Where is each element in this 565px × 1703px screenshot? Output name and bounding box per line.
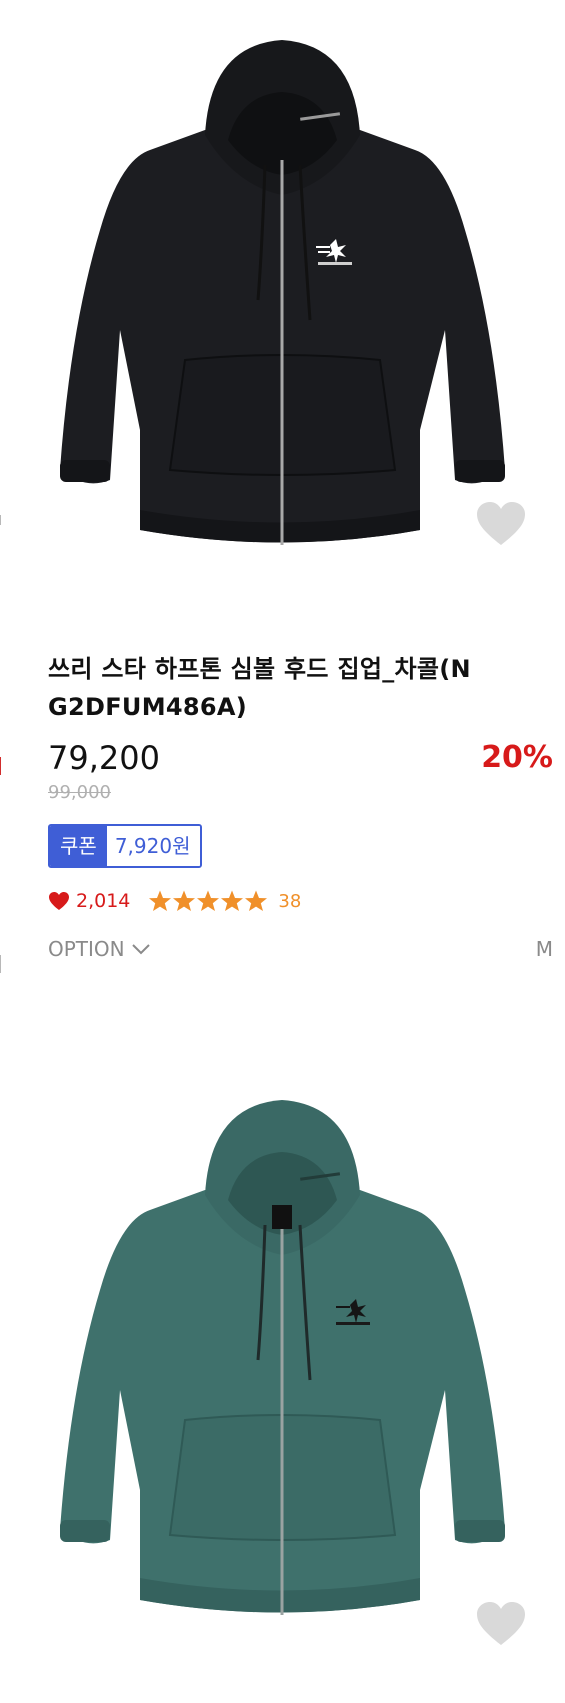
product-title-line: 쓰리 스타 하프톤 심볼 후드 집업_차콜(N [48, 655, 471, 683]
option-dropdown[interactable]: OPTION [48, 934, 151, 964]
sale-price: 79,200 [48, 739, 160, 777]
wish-heart-icon[interactable] [475, 1600, 527, 1648]
adjacent-card-edge [0, 757, 1, 775]
price-row: 79,200 20% [48, 736, 553, 780]
star-icon [197, 890, 220, 911]
review-count[interactable]: 38 [278, 891, 301, 912]
discount-rate: 20% [481, 740, 553, 775]
charcoal-zip-hoodie-image [60, 40, 505, 545]
adjacent-card-edge [0, 955, 1, 973]
coupon-label: 쿠폰 [50, 826, 107, 866]
star-icon [173, 890, 196, 911]
heart-icon [49, 892, 69, 910]
wish-heart-icon[interactable] [475, 500, 527, 548]
option-value: M [535, 937, 553, 961]
product-title-line: G2DFUM486A) [48, 693, 248, 721]
coupon-badge[interactable]: 쿠폰 7,920원 [48, 824, 203, 868]
product-title[interactable]: 쓰리 스타 하프톤 심볼 후드 집업_차콜(N G2DFUM486A) [48, 650, 548, 726]
product-info: 쓰리 스타 하프톤 심볼 후드 집업_차콜(N G2DFUM486A) 79,2… [48, 650, 553, 964]
option-row: OPTION M [48, 934, 553, 964]
option-label: OPTION [48, 937, 125, 961]
like-count: 2,014 [76, 890, 131, 912]
adjacent-card-edge [0, 515, 1, 525]
rating-stars [148, 889, 268, 913]
product-image-teal-hoodie[interactable] [0, 1060, 565, 1703]
chevron-down-icon [131, 944, 150, 955]
product-image-charcoal-hoodie[interactable] [0, 0, 565, 560]
star-icon [221, 890, 244, 911]
coupon-amount: 7,920원 [106, 826, 201, 866]
star-icon [149, 890, 172, 911]
stats-row: 2,014 38 [48, 886, 548, 916]
star-icon [245, 890, 268, 911]
original-price: 99,000 [48, 782, 111, 803]
